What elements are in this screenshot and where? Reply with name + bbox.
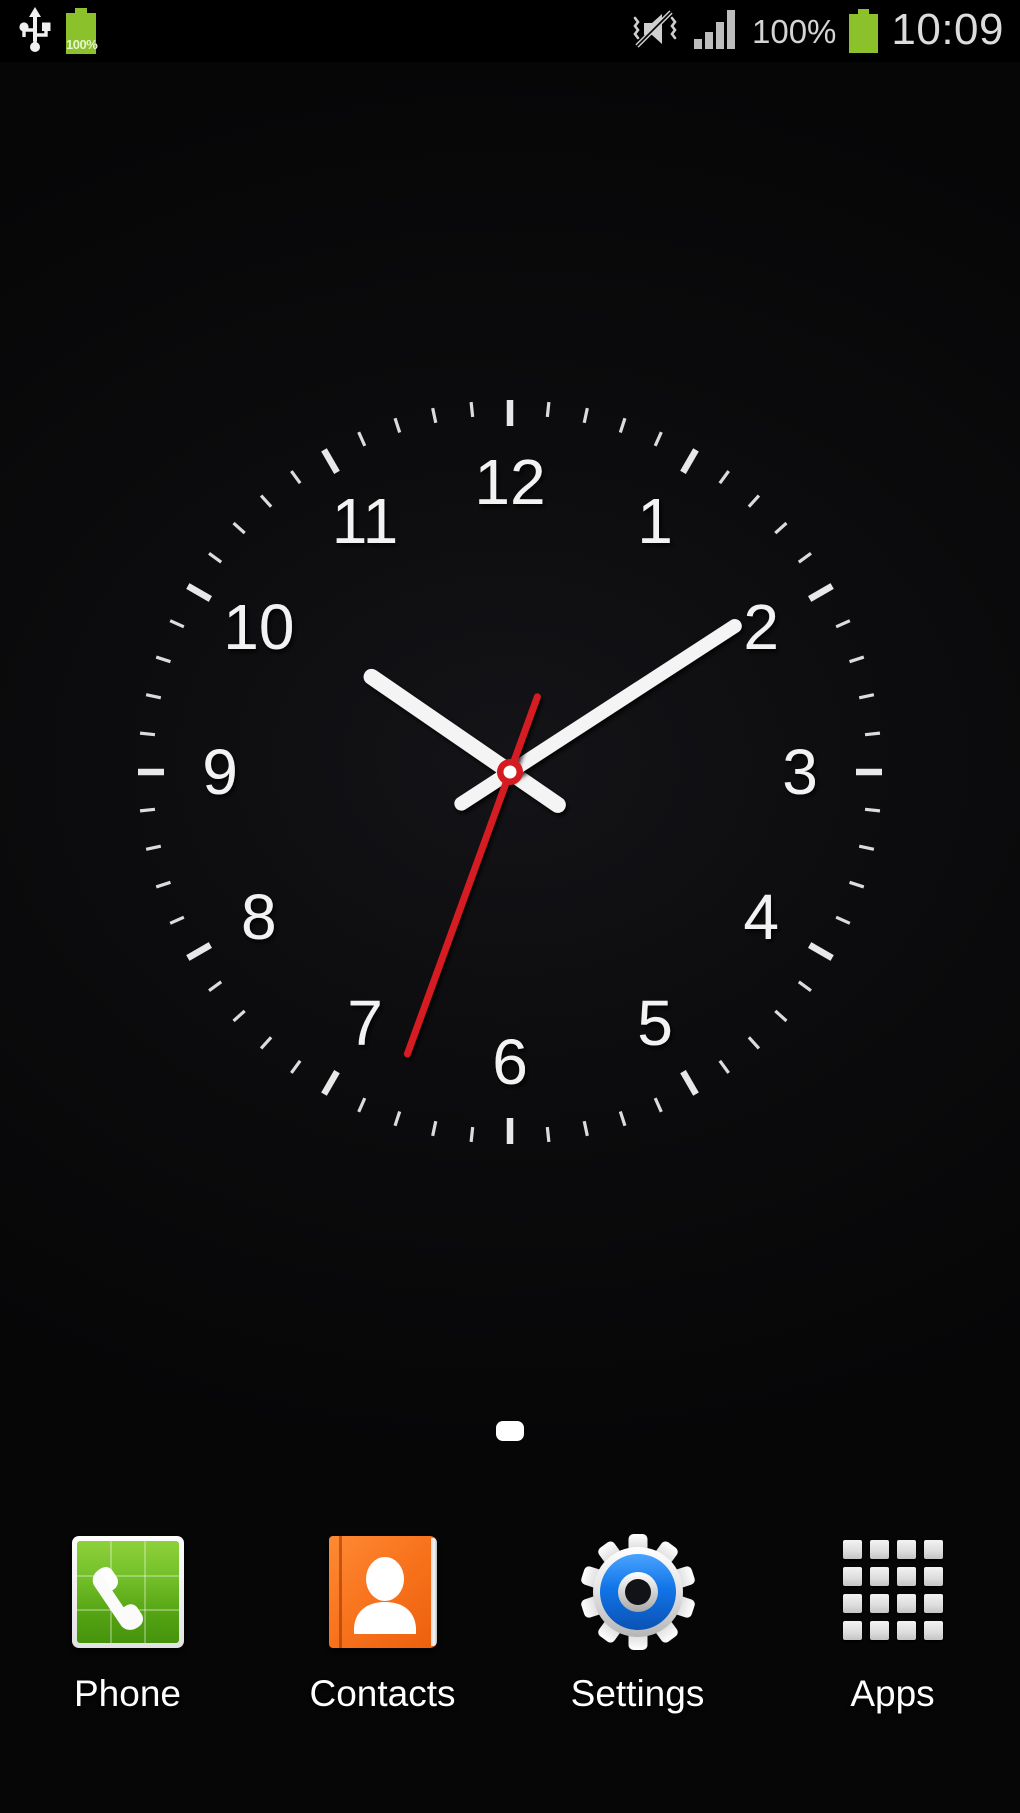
battery-inline-percent: 100% [66,37,98,52]
home-screen: 100% 100% 10:09 12 1 2 3 4 5 6 7 8 9 10 … [0,0,1020,1813]
apps-grid-cell [869,1594,889,1613]
dock-item-apps[interactable]: Apps [765,1530,1020,1712]
svg-text:8: 8 [241,881,277,953]
analog-clock-widget[interactable]: 12 1 2 3 4 5 6 7 8 9 10 11 [100,380,920,1170]
status-bar-clock: 10:09 [891,4,1004,54]
svg-text:3: 3 [782,736,818,808]
dock-item-phone[interactable]: Phone [0,1530,255,1712]
dock-item-settings[interactable]: Settings [510,1530,765,1712]
svg-text:6: 6 [492,1026,528,1098]
status-bar-right-icons: 100% 10:09 [628,0,1004,62]
signal-bars-icon [693,8,739,55]
battery-icon [849,9,879,53]
svg-text:11: 11 [332,485,398,557]
page-dot-1[interactable] [496,1421,524,1441]
clock-hands [363,619,742,1058]
apps-grid-cell [842,1594,862,1613]
svg-text:5: 5 [637,987,673,1059]
usb-icon [18,6,52,57]
apps-grid-cell [923,1540,943,1559]
svg-text:9: 9 [202,736,238,808]
apps-grid-cell [896,1621,916,1640]
apps-grid-cell [842,1621,862,1640]
apps-grid-cell [896,1567,916,1586]
dock-label-contacts: Contacts [309,1673,456,1714]
dock: Phone Contacts Settings Apps [0,1530,1020,1785]
status-bar[interactable]: 100% 100% 10:09 [0,0,1020,62]
apps-grid-cell [842,1567,862,1586]
svg-text:2: 2 [743,591,779,663]
apps-grid-cell [923,1567,943,1586]
phone-icon[interactable] [64,1530,192,1658]
battery-charging-icon: 100% [66,8,98,54]
svg-text:1: 1 [637,485,673,557]
svg-text:4: 4 [743,881,779,953]
svg-text:10: 10 [223,591,294,663]
dock-item-contacts[interactable]: Contacts [255,1530,510,1712]
apps-grid-icon[interactable] [829,1530,957,1658]
apps-grid-cell [896,1540,916,1559]
battery-percent-label: 100% [751,12,837,50]
svg-text:7: 7 [347,987,383,1059]
apps-grid-cell [869,1540,889,1559]
svg-text:12: 12 [474,446,545,518]
dock-label-apps: Apps [850,1673,935,1714]
apps-grid-cell [923,1594,943,1613]
contacts-icon[interactable] [319,1530,447,1658]
apps-grid-cell [869,1567,889,1586]
sound-mute-vibrate-icon [628,7,680,56]
apps-grid-cell [923,1621,943,1640]
clock-face: 12 12 3 45 6 78 9 10 11 [138,400,882,1144]
status-bar-left-icons: 100% [18,0,98,62]
dock-label-phone: Phone [74,1673,181,1714]
settings-gear-icon[interactable] [574,1530,702,1658]
dock-label-settings: Settings [570,1673,705,1714]
page-indicator[interactable] [0,1414,1020,1448]
apps-grid-cell [842,1540,862,1559]
apps-grid-cell [869,1621,889,1640]
apps-grid-cell [896,1594,916,1613]
